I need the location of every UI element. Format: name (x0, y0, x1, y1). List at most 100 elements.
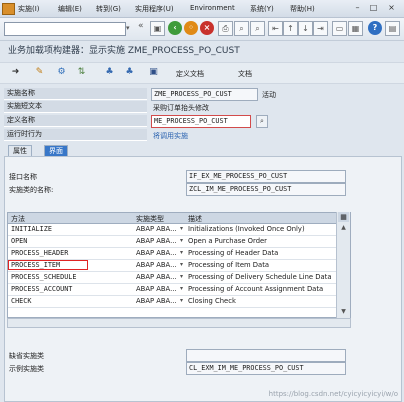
method-description: Closing Check (188, 297, 236, 305)
impl-type: ABAP ABA... (136, 225, 177, 233)
impl-type-dropdown-icon[interactable]: ▾ (180, 261, 183, 268)
impl-name-label: 实施名称 (4, 88, 147, 100)
table-row[interactable]: INITIALIZE ABAP ABA... ▾ Initializations… (8, 224, 350, 236)
menu-goto[interactable]: 转到(G) (96, 4, 121, 14)
tab-strip: 属性 界面 (4, 145, 400, 157)
save-icon[interactable]: ▣ (150, 21, 165, 36)
method-description: Open a Purchase Order (188, 237, 267, 245)
definition-doc-button[interactable]: 定义文档 (176, 69, 204, 79)
method-description: Processing of Account Assignment Data (188, 285, 324, 293)
menu-system[interactable]: 系统(Y) (250, 4, 274, 14)
tab-interface-label: 界面 (49, 147, 63, 155)
display-change-icon[interactable]: ➜ (10, 67, 21, 78)
method-name: CHECK (11, 297, 32, 305)
maximize-icon[interactable]: □ (368, 2, 379, 13)
impl-type: ABAP ABA... (136, 297, 177, 305)
impl-type-dropdown-icon[interactable]: ▾ (180, 225, 183, 232)
impl-class-label: 实施类的名称: (9, 186, 54, 194)
edit-icon[interactable]: ✎ (34, 67, 45, 78)
find-icon[interactable]: ⌕ (234, 21, 249, 36)
standard-toolbar: ▾ « ▣ ‹ ◦ × ⎙ ⌕ ⌕ ⇤ ↑ ↓ ⇥ ▭ ▦ ? ▤ (0, 18, 404, 41)
find-next-icon[interactable]: ⌕ (250, 21, 265, 36)
method-name: PROCESS_HEADER (11, 249, 69, 257)
table-row[interactable]: PROCESS_ACCOUNT ABAP ABA... ▾ Processing… (8, 284, 350, 296)
method-name-highlighted: PROCESS_ITEM (8, 260, 88, 270)
method-name: OPEN (11, 237, 28, 245)
table-row[interactable]: PROCESS_ITEM ABAP ABA... ▾ Processing of… (8, 260, 350, 272)
impl-type-dropdown-icon[interactable]: ▾ (180, 249, 183, 256)
def-name-field[interactable]: ME_PROCESS_PO_CUST (151, 115, 251, 128)
interface-name-field[interactable]: IF_EX_ME_PROCESS_PO_CUST (186, 170, 346, 183)
impl-name-field[interactable]: ZME_PROCESS_PO_CUST (151, 88, 258, 101)
menu-utilities[interactable]: 实用程序(U) (135, 4, 174, 14)
last-page-icon[interactable]: ⇥ (313, 21, 328, 36)
impl-type-dropdown-icon[interactable]: ▾ (180, 297, 183, 304)
default-impl-class-field[interactable] (186, 349, 346, 362)
where-used-icon[interactable]: ⇅ (76, 67, 87, 78)
impl-short-text-value: 采购订单抬头修改 (153, 104, 209, 112)
watermark: https://blog.csdn.net/cyicyicyicyi/w/o (268, 390, 398, 398)
relations-icon[interactable]: ♣ (124, 67, 135, 78)
new-session-icon[interactable]: ▭ (332, 21, 347, 36)
table-settings-icon[interactable]: ▦ (338, 212, 349, 222)
page-title: 业务加载项构建器：显示实施 ZME_PROCESS_PO_CUST (8, 46, 240, 56)
shortcut-icon[interactable]: ▦ (348, 21, 363, 36)
impl-type-dropdown-icon[interactable]: ▾ (180, 273, 183, 280)
table-row[interactable]: CHECK ABAP ABA... ▾ Closing Check (8, 296, 350, 308)
menu-environment[interactable]: Environment (190, 4, 235, 12)
hierarchy-icon[interactable]: ♣ (104, 67, 115, 78)
help-icon[interactable]: ? (368, 21, 382, 35)
sap-menu-icon[interactable] (2, 3, 15, 15)
runtime-label: 运行时行为 (4, 129, 147, 141)
next-page-icon[interactable]: ↓ (298, 21, 313, 36)
prev-page-icon[interactable]: ↑ (283, 21, 298, 36)
method-name: INITIALIZE (11, 225, 52, 233)
column-impl-type[interactable]: 实施类型 (136, 214, 164, 224)
menu-bar: 实施(I) 编辑(E) 转到(G) 实用程序(U) Environment 系统… (0, 0, 404, 18)
table-row[interactable]: PROCESS_SCHEDULE ABAP ABA... ▾ Processin… (8, 272, 350, 284)
command-dropdown-icon[interactable]: ▾ (126, 24, 130, 32)
minimize-icon[interactable]: – (352, 2, 363, 13)
back-icon[interactable]: ‹ (168, 21, 182, 35)
print-icon[interactable]: ⎙ (218, 21, 233, 36)
impl-type: ABAP ABA... (136, 285, 177, 293)
command-history-icon[interactable]: « (138, 21, 144, 31)
table-horizontal-scrollbar[interactable] (7, 318, 351, 328)
first-page-icon[interactable]: ⇤ (268, 21, 283, 36)
method-description: Initializations (Invoked Once Only) (188, 225, 305, 233)
menu-edit[interactable]: 编辑(E) (58, 4, 82, 14)
impl-type: ABAP ABA... (136, 237, 177, 245)
documentation-button[interactable]: 文档 (238, 69, 252, 79)
menu-implementation[interactable]: 实施(I) (18, 4, 40, 14)
sample-impl-class-field[interactable]: CL_EXM_IM_ME_PROCESS_PO_CUST (186, 362, 346, 375)
cancel-icon[interactable]: × (200, 21, 214, 35)
default-impl-class-label: 缺省实施类 (9, 352, 44, 360)
scroll-down-icon[interactable]: ▼ (339, 308, 348, 316)
runtime-value-link[interactable]: 将调用实施 (153, 131, 188, 141)
method-description: Processing of Delivery Schedule Line Dat… (188, 273, 332, 281)
exit-icon[interactable]: ◦ (184, 21, 198, 35)
close-window-icon[interactable]: × (386, 2, 397, 13)
impl-status: 活动 (262, 91, 276, 99)
scroll-up-icon[interactable]: ▲ (339, 224, 348, 232)
impl-type-dropdown-icon[interactable]: ▾ (180, 237, 183, 244)
tab-attributes-label: 属性 (13, 147, 27, 155)
sample-impl-class-label: 示例实施类 (9, 365, 44, 373)
impl-short-text-label: 实施短文本 (4, 101, 147, 113)
impl-type-dropdown-icon[interactable]: ▾ (180, 285, 183, 292)
column-description[interactable]: 描述 (188, 214, 202, 224)
impl-class-field[interactable]: ZCL_IM_ME_PROCESS_PO_CUST (186, 183, 346, 196)
table-header: 方法 实施类型 描述 (8, 213, 350, 224)
table-vertical-scrollbar[interactable]: ▦ ▲ ▼ (336, 212, 350, 318)
info-icon[interactable]: ▣ (148, 67, 159, 78)
interface-name-label: 接口名称 (9, 173, 37, 181)
column-method[interactable]: 方法 (11, 214, 25, 224)
search-help-icon[interactable]: ⌕ (256, 115, 268, 128)
menu-help[interactable]: 帮助(H) (290, 4, 315, 14)
command-field[interactable] (4, 22, 126, 36)
method-description: Processing of Item Data (188, 261, 270, 269)
table-row[interactable]: PROCESS_HEADER ABAP ABA... ▾ Processing … (8, 248, 350, 260)
object-list-icon[interactable]: ⚙ (56, 67, 67, 78)
table-row[interactable]: OPEN ABAP ABA... ▾ Open a Purchase Order (8, 236, 350, 248)
customize-layout-icon[interactable]: ▤ (385, 21, 400, 36)
